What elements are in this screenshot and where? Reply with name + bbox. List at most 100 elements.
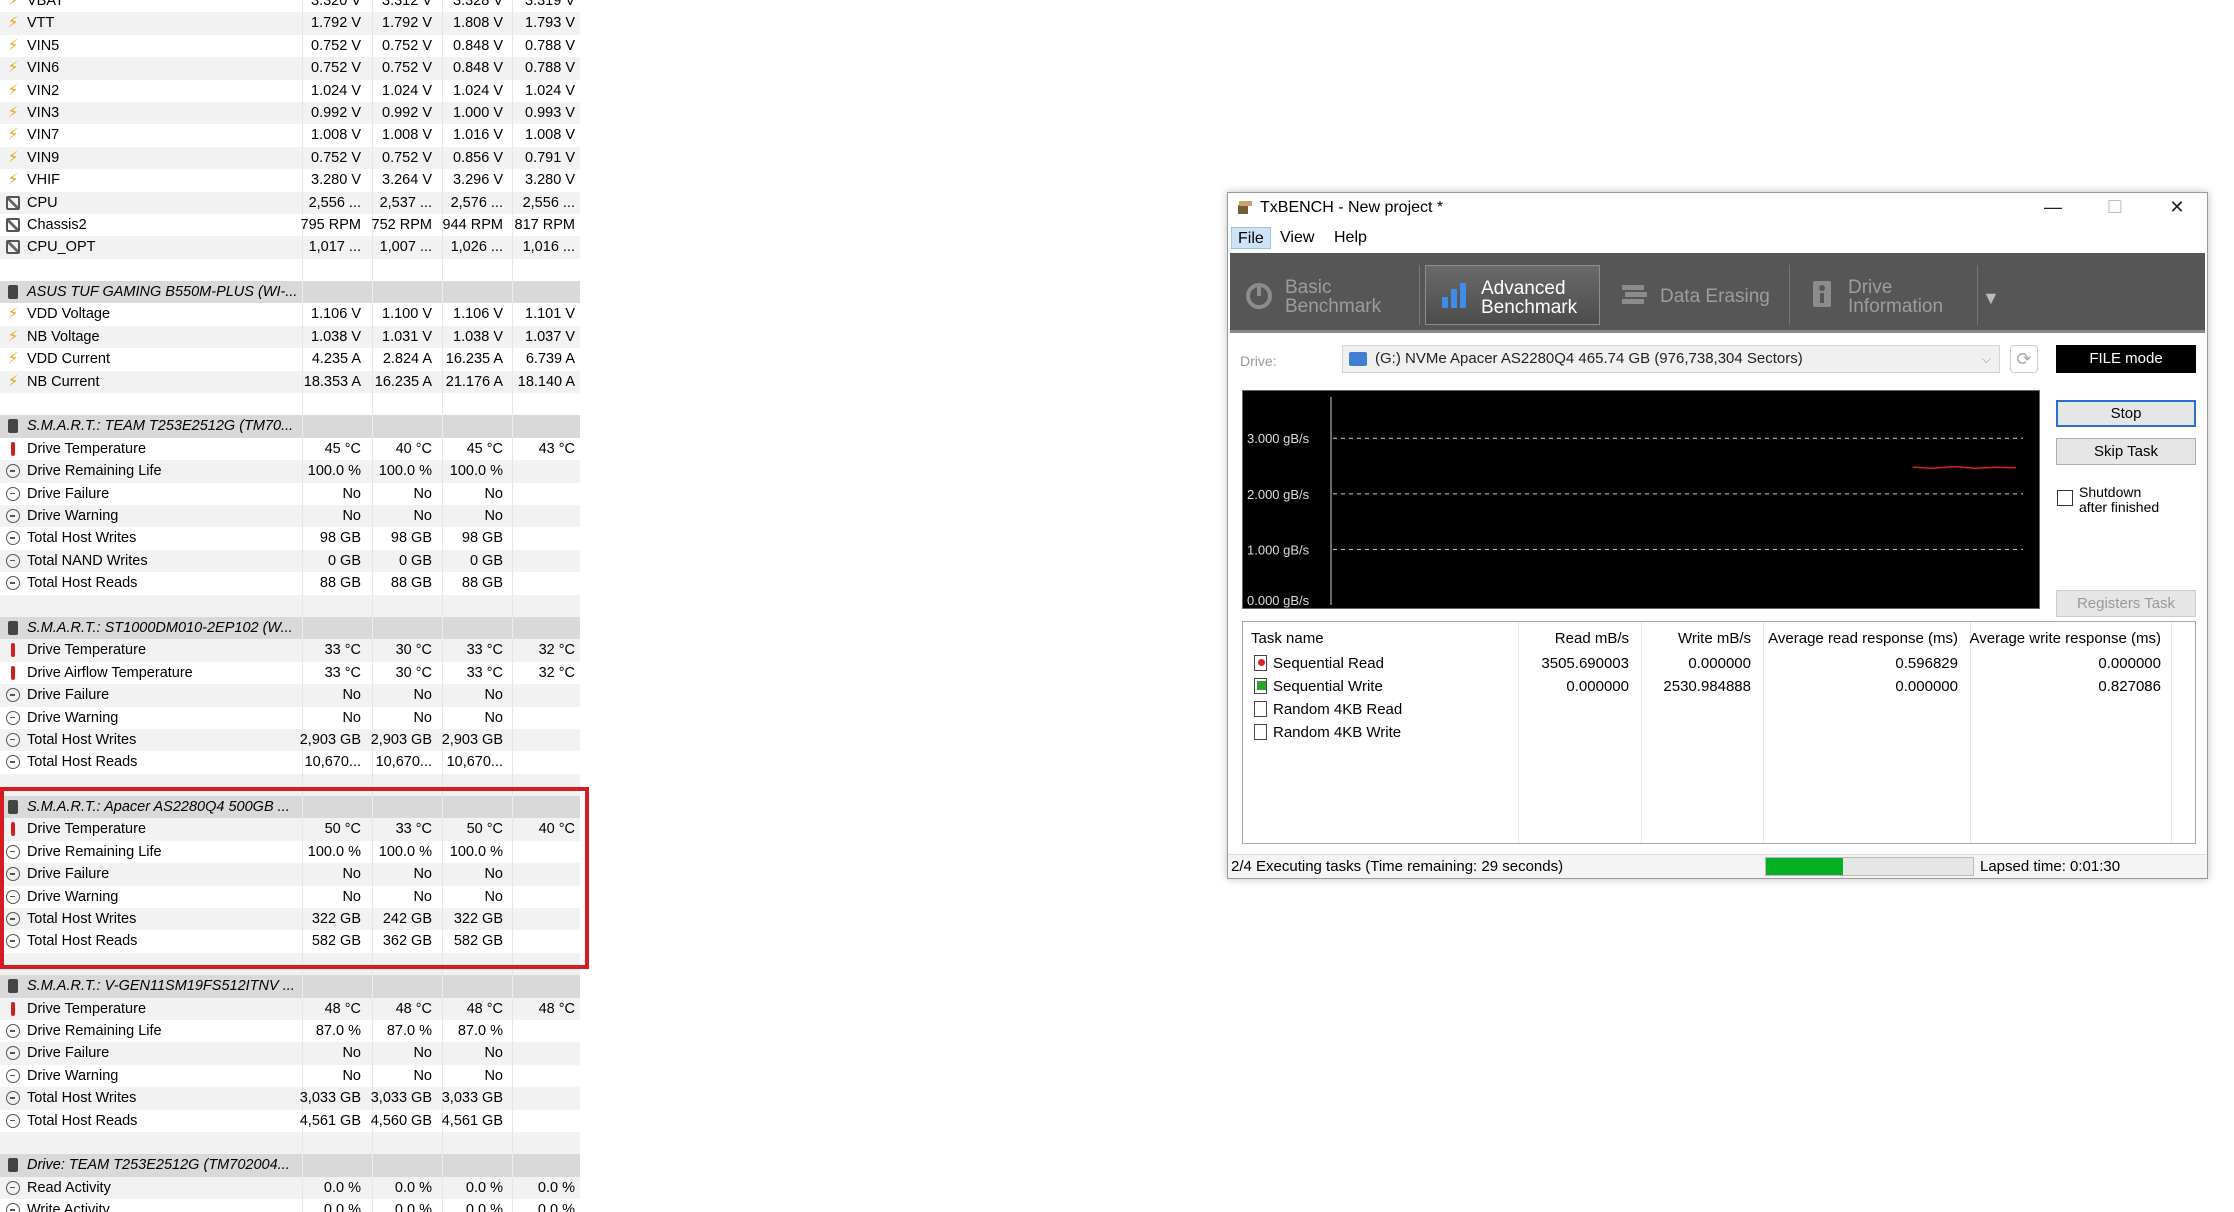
tab-advanced-benchmark[interactable]: Advanced Benchmark bbox=[1425, 265, 1600, 325]
sensor-row[interactable]: Total Host Writes 3,033 GB 3,033 GB 3,033 G… bbox=[0, 1087, 580, 1110]
sensor-row[interactable]: Write Activity 0.0 % 0.0 % 0.0 % 0.0 % bbox=[0, 1199, 580, 1212]
sensor-row[interactable]: Total Host Reads 88 GB 88 GB 88 GB bbox=[0, 572, 580, 595]
column-header[interactable]: Read mB/s bbox=[1555, 630, 1629, 647]
gauge-icon bbox=[6, 755, 20, 770]
sensor-row[interactable]: ⚡ VIN9 0.752 V 0.752 V 0.856 V 0.791 V bbox=[0, 146, 580, 170]
sensor-row[interactable]: Total Host Reads 10,670... 10,670... 10,670… bbox=[0, 751, 580, 774]
sensor-group-header[interactable]: S.M.A.R.T.: TEAM T253E2512G (TM70... bbox=[0, 415, 580, 438]
sensor-row[interactable] bbox=[0, 393, 580, 416]
task-name: Random 4KB Write bbox=[1273, 724, 1402, 741]
menu-help[interactable]: Help bbox=[1328, 227, 1373, 249]
avg-value: 0.788 V bbox=[525, 37, 575, 54]
stop-button[interactable]: Stop bbox=[2056, 400, 2196, 427]
column-header[interactable]: Task name bbox=[1251, 630, 1324, 647]
column-divider bbox=[512, 460, 513, 483]
sensor-row[interactable]: Drive Temperature 45 °C 40 °C 45 °C 43 °C bbox=[0, 437, 580, 461]
sensor-label: Drive Failure bbox=[27, 485, 110, 502]
gauge-icon bbox=[6, 464, 20, 479]
column-header[interactable]: Write mB/s bbox=[1678, 630, 1751, 647]
close-button[interactable]: ✕ bbox=[2147, 193, 2207, 223]
sensor-row[interactable]: CPU 2,556 ... 2,537 ... 2,576 ... 2,556 ... bbox=[0, 191, 580, 214]
sensor-row[interactable]: Drive Failure No No No bbox=[0, 1042, 580, 1065]
max-value: 3.296 V bbox=[453, 172, 503, 189]
more-tabs-icon[interactable]: ▼ bbox=[1982, 288, 2000, 309]
drive-info-icon bbox=[1813, 281, 1831, 307]
sensor-row[interactable]: Drive Airflow Temperature 33 °C 30 °C 33 °C… bbox=[0, 661, 580, 685]
title-bar[interactable]: TxBENCH - New project * — ☐ ✕ bbox=[1228, 193, 2207, 223]
sensor-label: Drive Failure bbox=[27, 687, 110, 704]
sensor-row[interactable]: CPU_OPT 1,017 ... 1,007 ... 1,026 ... 1,016 … bbox=[0, 236, 580, 259]
column-divider bbox=[372, 1042, 373, 1065]
menu-file[interactable]: File bbox=[1231, 227, 1271, 249]
sensor-row[interactable]: Drive Temperature 48 °C 48 °C 48 °C 48 °C bbox=[0, 997, 580, 1020]
sensor-row[interactable]: ⚡ VBAT 3.320 V 3.312 V 3.328 V 3.319 V bbox=[0, 0, 580, 13]
minimize-button[interactable]: — bbox=[2023, 193, 2083, 223]
sensor-row[interactable]: ⚡ VIN3 0.992 V 0.992 V 1.000 V 0.993 V bbox=[0, 101, 580, 125]
maximize-button[interactable]: ☐ bbox=[2085, 193, 2145, 223]
sensor-row[interactable]: Chassis2 795 RPM 752 RPM 944 RPM 817 RPM bbox=[0, 213, 580, 237]
sensor-row[interactable]: Drive Failure No No No bbox=[0, 482, 580, 505]
column-divider bbox=[512, 146, 513, 170]
column-header[interactable]: Average read response (ms) bbox=[1768, 630, 1958, 647]
sensor-row[interactable]: Drive Warning No No No bbox=[0, 1064, 580, 1088]
sensor-row[interactable]: Total Host Writes 98 GB 98 GB 98 GB bbox=[0, 527, 580, 550]
sensor-row[interactable]: ⚡ NB Voltage 1.038 V 1.031 V 1.038 V 1.037 V bbox=[0, 325, 580, 349]
min-value: 40 °C bbox=[395, 440, 432, 457]
sensor-row[interactable]: ⚡ VIN2 1.024 V 1.024 V 1.024 V 1.024 V bbox=[0, 79, 580, 102]
column-divider bbox=[512, 57, 513, 80]
sensor-row[interactable] bbox=[0, 594, 580, 617]
sensor-row[interactable]: Total Host Writes 2,903 GB 2,903 GB 2,903 G… bbox=[0, 728, 580, 752]
sensor-row[interactable]: ⚡ VIN7 1.008 V 1.008 V 1.016 V 1.008 V bbox=[0, 124, 580, 147]
sensor-row[interactable] bbox=[0, 258, 580, 282]
drive-select[interactable]: (G:) NVMe Apacer AS2280Q4 465.74 GB (976… bbox=[1342, 345, 2000, 373]
sensor-row[interactable]: Drive Warning No No No bbox=[0, 706, 580, 729]
task-row[interactable]: Sequential Read 3505.690003 0.000000 0.5968… bbox=[1243, 652, 2195, 675]
sensor-row[interactable]: Drive Failure No No No bbox=[0, 684, 580, 707]
sensor-row[interactable]: ⚡ VDD Voltage 1.106 V 1.100 V 1.106 V 1.101 V bbox=[0, 303, 580, 326]
sensor-row[interactable]: Drive Warning No No No bbox=[0, 504, 580, 528]
column-header[interactable]: Average write response (ms) bbox=[1970, 630, 2161, 647]
tab-drive-information[interactable]: Drive Information bbox=[1793, 265, 1978, 325]
column-divider bbox=[372, 393, 373, 416]
sensor-row[interactable]: Drive Remaining Life 100.0 % 100.0 % 100.0 … bbox=[0, 460, 580, 483]
current-value: No bbox=[342, 507, 361, 524]
sensor-row[interactable]: ⚡ VIN6 0.752 V 0.752 V 0.848 V 0.788 V bbox=[0, 57, 580, 80]
column-divider bbox=[512, 751, 513, 774]
registers-task-button[interactable]: Registers Task bbox=[2056, 590, 2196, 617]
column-divider bbox=[442, 661, 443, 685]
sensor-row[interactable]: ⚡ VTT 1.792 V 1.792 V 1.808 V 1.793 V bbox=[0, 12, 580, 35]
sensor-row[interactable]: ⚡ NB Current 18.353 A 16.235 A 21.176 A 18.14… bbox=[0, 370, 580, 394]
tab-basic-benchmark[interactable]: Basic Benchmark bbox=[1230, 265, 1420, 325]
shutdown-checkbox[interactable] bbox=[2057, 490, 2073, 506]
sensor-group-header[interactable]: S.M.A.R.T.: V-GEN11SM19FS512ITNV ... bbox=[0, 975, 580, 998]
sensor-row[interactable]: ⚡ VHIF 3.280 V 3.264 V 3.296 V 3.280 V bbox=[0, 169, 580, 192]
sensor-row[interactable]: Read Activity 0.0 % 0.0 % 0.0 % 0.0 % bbox=[0, 1176, 580, 1200]
refresh-button[interactable]: ⟳ bbox=[2010, 345, 2038, 373]
min-value: No bbox=[413, 1045, 432, 1062]
task-row[interactable]: Random 4KB Write bbox=[1243, 721, 2195, 744]
sensor-row[interactable]: ⚡ VIN5 0.752 V 0.752 V 0.848 V 0.788 V bbox=[0, 34, 580, 58]
task-row[interactable]: Random 4KB Read bbox=[1243, 698, 2195, 721]
sensor-row[interactable]: Total NAND Writes 0 GB 0 GB 0 GB bbox=[0, 549, 580, 573]
sensor-row[interactable]: Drive Remaining Life 87.0 % 87.0 % 87.0 % bbox=[0, 1019, 580, 1043]
gauge-icon bbox=[6, 1180, 20, 1195]
current-value: 2,903 GB bbox=[299, 731, 361, 748]
task-row[interactable]: Sequential Write 0.000000 2530.984888 0.000… bbox=[1243, 675, 2195, 698]
column-divider bbox=[512, 281, 513, 304]
sensor-group-header[interactable]: S.M.A.R.T.: ST1000DM010-2EP102 (W... bbox=[0, 616, 580, 640]
sensor-row[interactable] bbox=[0, 1131, 580, 1155]
column-divider bbox=[372, 437, 373, 461]
sensor-group-header[interactable]: ASUS TUF GAMING B550M-PLUS (WI-... bbox=[0, 281, 580, 304]
column-divider bbox=[372, 1154, 373, 1177]
sensor-group-header[interactable]: Drive: TEAM T253E2512G (TM702004... bbox=[0, 1154, 580, 1177]
sensor-row[interactable]: ⚡ VDD Current 4.235 A 2.824 A 16.235 A 6.739 … bbox=[0, 348, 580, 371]
sensor-row[interactable]: Total Host Reads 4,561 GB 4,560 GB 4,561 GB bbox=[0, 1109, 580, 1132]
avg-value: 1.101 V bbox=[525, 306, 575, 323]
skip-task-button[interactable]: Skip Task bbox=[2056, 438, 2196, 465]
min-value: No bbox=[413, 485, 432, 502]
tab-data-erasing[interactable]: Data Erasing bbox=[1605, 265, 1790, 325]
sensor-row[interactable]: Drive Temperature 33 °C 30 °C 33 °C 32 °C bbox=[0, 639, 580, 662]
menu-view[interactable]: View bbox=[1274, 227, 1320, 249]
file-mode-button[interactable]: FILE mode bbox=[2056, 345, 2196, 373]
column-divider bbox=[442, 975, 443, 998]
